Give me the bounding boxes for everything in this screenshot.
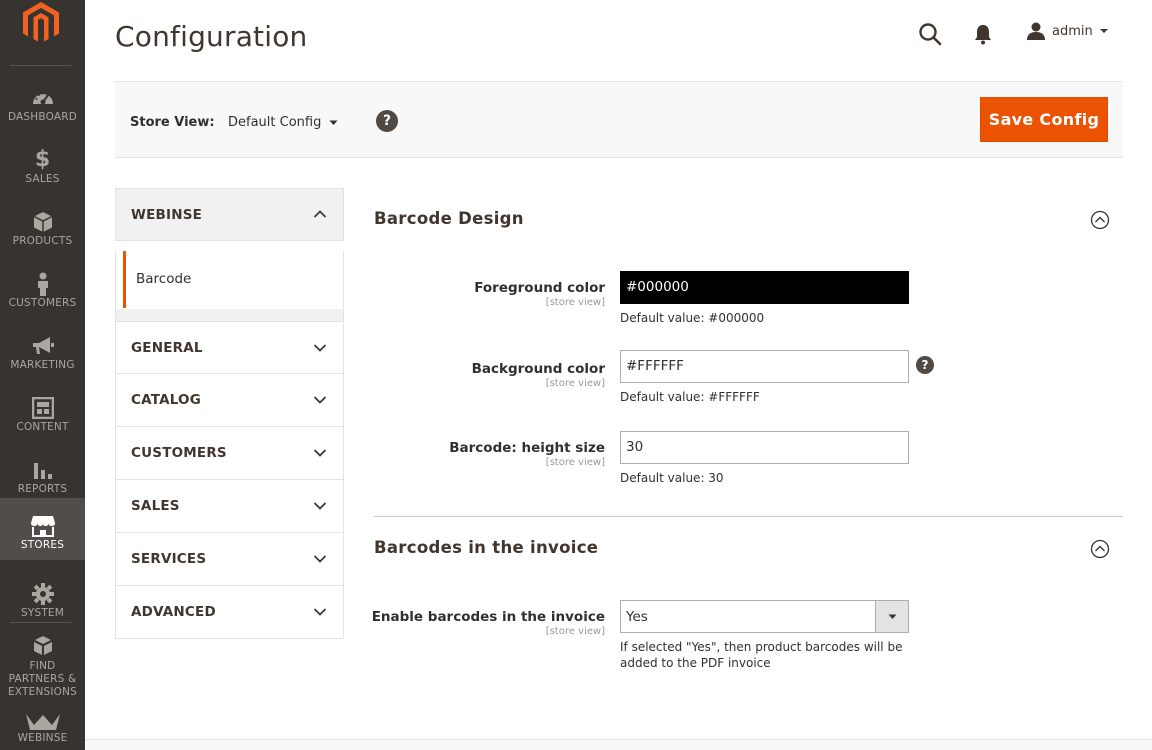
tab-group-title: CATALOG: [131, 392, 201, 408]
nav-item-marketing[interactable]: MARKETING: [0, 318, 85, 380]
nav-item-reports[interactable]: REPORTS: [0, 442, 85, 504]
field-scope: [store view]: [545, 297, 605, 308]
section-title-barcodes-invoice[interactable]: Barcodes in the invoice: [374, 538, 598, 557]
admin-sidebar: DASHBOARD $ SALES PRODUCTS CUSTOMERS MAR…: [0, 0, 85, 750]
box-icon: [0, 210, 85, 234]
chevron-down-icon: [313, 344, 327, 352]
chevron-down-icon: [313, 449, 327, 457]
barcode-height-input[interactable]: 30: [620, 431, 909, 464]
dashboard-icon: [0, 86, 85, 110]
nav-item-customers[interactable]: CUSTOMERS: [0, 256, 85, 318]
field-label-foreground-color: Foreground color: [474, 280, 605, 296]
section-divider: [374, 516, 1123, 517]
tab-group-catalog[interactable]: CATALOG: [115, 374, 344, 427]
chevron-down-icon: [313, 555, 327, 563]
select-arrow[interactable]: [875, 601, 908, 632]
user-menu[interactable]: admin: [1026, 22, 1109, 40]
page-footer: [85, 739, 1152, 750]
chevron-down-icon: [313, 502, 327, 510]
gear-icon: [0, 582, 85, 606]
nav-divider: [10, 65, 71, 66]
tab-group-title: WEBINSE: [131, 207, 203, 223]
chevron-up-icon: [313, 210, 327, 218]
user-name: admin: [1052, 23, 1093, 39]
tab-group-general[interactable]: GENERAL: [115, 321, 344, 374]
help-icon[interactable]: ?: [376, 110, 398, 132]
collapse-section-icon[interactable]: [1090, 539, 1110, 559]
page-title: Configuration: [115, 20, 308, 53]
tab-group-customers[interactable]: CUSTOMERS: [115, 427, 344, 480]
tab-spacer: [115, 309, 344, 321]
bell-icon[interactable]: [972, 23, 994, 45]
tab-item-barcode[interactable]: Barcode: [115, 251, 344, 309]
webinse-crown-icon: [0, 710, 85, 734]
field-scope: [store view]: [545, 378, 605, 389]
magento-logo-icon[interactable]: [22, 2, 60, 44]
enable-barcodes-select[interactable]: Yes: [620, 600, 909, 633]
megaphone-icon: [0, 334, 85, 358]
background-color-input[interactable]: #FFFFFF: [620, 350, 909, 383]
save-config-button[interactable]: Save Config: [980, 97, 1108, 142]
field-note: If selected "Yes", then product barcodes…: [620, 639, 902, 671]
field-help-icon[interactable]: ?: [916, 356, 934, 374]
nav-item-system[interactable]: SYSTEM: [0, 566, 85, 628]
field-note: Default value: #FFFFFF: [620, 390, 760, 404]
person-icon: [0, 272, 85, 296]
user-icon: [1027, 22, 1045, 40]
field-scope: [store view]: [545, 457, 605, 468]
field-label-background-color: Background color: [471, 361, 605, 377]
caret-down-icon: [1099, 29, 1108, 33]
tab-group-webinse[interactable]: WEBINSE: [115, 188, 344, 241]
nav-item-dashboard[interactable]: DASHBOARD: [0, 70, 85, 132]
nav-item-sales[interactable]: $ SALES: [0, 132, 85, 194]
store-view-label: Store View:: [130, 115, 215, 130]
tab-group-services[interactable]: SERVICES: [115, 533, 344, 586]
tab-group-advanced[interactable]: ADVANCED: [115, 586, 344, 639]
active-indicator: [123, 251, 126, 308]
foreground-color-input[interactable]: #000000: [620, 271, 909, 304]
select-value: Yes: [626, 609, 648, 625]
nav-item-webinse[interactable]: WEBINSE: [0, 700, 85, 750]
field-label-enable-barcodes: Enable barcodes in the invoice: [371, 609, 605, 625]
nav-item-products[interactable]: PRODUCTS: [0, 194, 85, 256]
chevron-down-icon: [313, 608, 327, 616]
nav-item-content[interactable]: CONTENT: [0, 380, 85, 442]
store-icon: [0, 514, 85, 538]
field-label-height-size: Barcode: height size: [449, 440, 605, 456]
tab-group-title: SALES: [131, 498, 180, 514]
nav-item-stores[interactable]: STORES: [0, 498, 85, 560]
field-note-line: added to the PDF invoice: [620, 656, 771, 670]
caret-down-icon: [329, 120, 338, 125]
chevron-down-icon: [313, 396, 327, 404]
tab-group-title: SERVICES: [131, 551, 207, 567]
caret-down-icon: [888, 614, 896, 619]
bar-chart-icon: [0, 458, 85, 482]
page-actions-toolbar: Store View: Default Config ? Save Config: [115, 81, 1123, 158]
section-title-barcode-design[interactable]: Barcode Design: [374, 209, 524, 228]
store-view-switcher[interactable]: Default Config: [228, 115, 338, 130]
blocks-icon: [0, 634, 85, 658]
tab-group-title: GENERAL: [131, 340, 203, 356]
tab-group-sales[interactable]: SALES: [115, 480, 344, 533]
field-note: Default value: #000000: [620, 311, 765, 325]
store-view-value: Default Config: [228, 115, 322, 130]
tab-group-title: ADVANCED: [131, 604, 216, 620]
tab-group-title: CUSTOMERS: [131, 445, 227, 461]
dollar-icon: $: [34, 147, 51, 172]
layout-icon: [0, 396, 85, 420]
collapse-section-icon[interactable]: [1090, 210, 1110, 230]
search-icon[interactable]: [918, 22, 942, 46]
config-tabs: WEBINSE Barcode GENERAL CATALOG CUSTOMER…: [115, 188, 344, 639]
field-note: Default value: 30: [620, 471, 724, 485]
field-note-line: If selected "Yes", then product barcodes…: [620, 640, 903, 654]
nav-item-find-partners[interactable]: FIND PARTNERS & EXTENSIONS: [0, 620, 85, 698]
field-scope: [store view]: [545, 626, 605, 637]
tab-item-label: Barcode: [136, 271, 192, 287]
